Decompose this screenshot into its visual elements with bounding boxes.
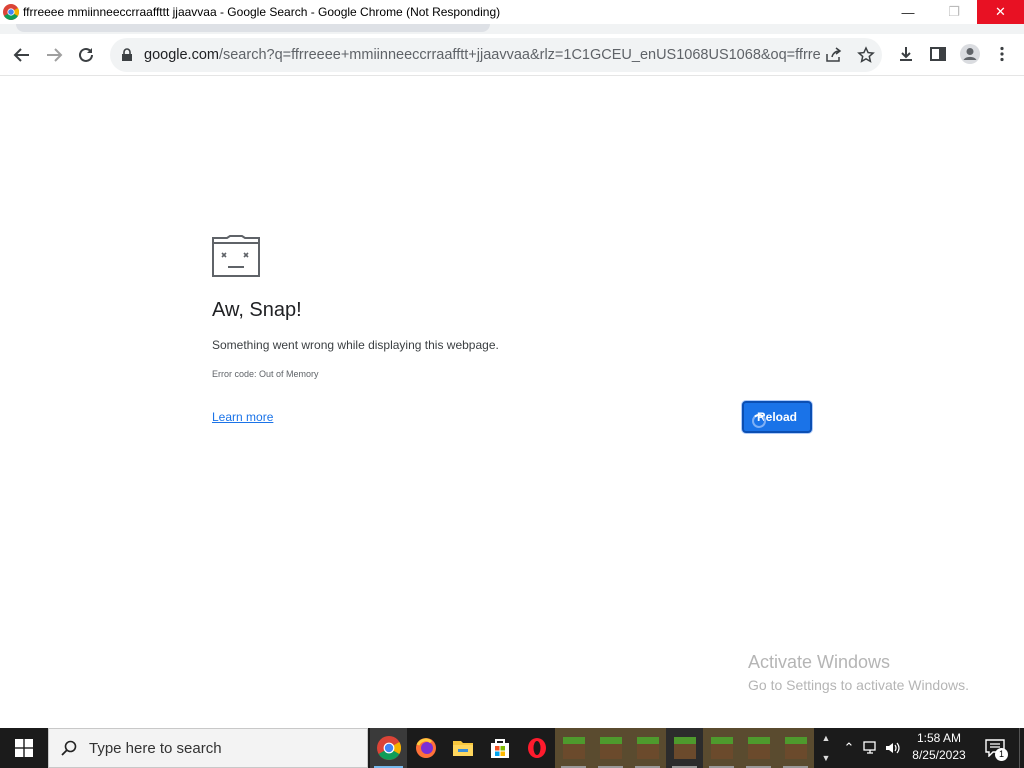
firefox-icon bbox=[415, 738, 436, 758]
refresh-icon bbox=[79, 47, 93, 62]
window-title: ffrreeee mmiinneeccrraaffttt jjaavvaa - … bbox=[23, 5, 501, 19]
taskbar-app-minecraft[interactable] bbox=[629, 728, 666, 768]
taskbar-apps bbox=[370, 728, 814, 768]
menu-button[interactable] bbox=[986, 38, 1018, 70]
chrome-icon bbox=[376, 736, 401, 760]
grass-block-icon bbox=[710, 737, 733, 759]
forward-button[interactable] bbox=[38, 39, 70, 71]
side-panel-icon bbox=[930, 47, 946, 61]
taskbar-app-minecraft[interactable] bbox=[555, 728, 592, 768]
close-icon[interactable]: ✕ bbox=[977, 0, 1024, 24]
profile-button[interactable] bbox=[954, 38, 986, 70]
lock-icon[interactable] bbox=[120, 48, 134, 62]
side-panel-button[interactable] bbox=[922, 38, 954, 70]
downloads-button[interactable] bbox=[890, 38, 922, 70]
chevron-up-icon[interactable]: ▲ bbox=[822, 733, 831, 743]
address-bar[interactable]: google.com/search?q=ffrreeee+mmiinneeccr… bbox=[110, 38, 882, 72]
sad-tab-icon bbox=[212, 235, 260, 277]
restore-icon[interactable]: ❐ bbox=[931, 0, 977, 24]
taskbar-scroll[interactable]: ▲ ▼ bbox=[818, 728, 834, 768]
profile-avatar-icon bbox=[960, 44, 980, 64]
forward-arrow-icon bbox=[47, 48, 63, 62]
taskbar: Type here to search ▲ ▼ ⌃ 1:58 AM 8/25/2… bbox=[0, 728, 1024, 768]
tab-strip bbox=[0, 24, 1024, 34]
opera-icon bbox=[527, 738, 546, 758]
kebab-menu-icon bbox=[1000, 46, 1004, 62]
grass-block-icon bbox=[636, 737, 659, 759]
notification-center-button[interactable]: 1 bbox=[980, 728, 1010, 768]
reload-nav-button[interactable] bbox=[70, 39, 102, 71]
taskbar-app-firefox[interactable] bbox=[407, 728, 444, 768]
url-text[interactable]: google.com/search?q=ffrreeee+mmiinneeccr… bbox=[144, 47, 820, 63]
download-icon bbox=[900, 47, 912, 61]
back-arrow-icon bbox=[13, 48, 29, 62]
grass-block-icon bbox=[673, 737, 696, 759]
clock[interactable]: 1:58 AM 8/25/2023 bbox=[905, 730, 973, 766]
system-tray: ⌃ bbox=[838, 728, 904, 768]
store-bag-icon bbox=[490, 739, 509, 758]
watermark-title: Activate Windows bbox=[748, 652, 891, 672]
error-title: Aw, Snap! bbox=[212, 299, 302, 321]
show-desktop-button[interactable] bbox=[1019, 728, 1024, 768]
loading-cursor-icon bbox=[752, 414, 766, 428]
show-hidden-icons-chevron-icon[interactable]: ⌃ bbox=[838, 728, 860, 768]
start-button[interactable] bbox=[0, 728, 48, 768]
clock-date: 8/25/2023 bbox=[912, 748, 966, 762]
search-icon bbox=[61, 740, 77, 756]
url-host: google.com bbox=[144, 47, 219, 63]
window-controls: — ❐ ✕ bbox=[885, 0, 1024, 24]
volume-icon[interactable] bbox=[882, 728, 904, 768]
taskbar-app-file-explorer[interactable] bbox=[444, 728, 481, 768]
active-tab[interactable] bbox=[16, 24, 490, 32]
notification-badge: 1 bbox=[995, 748, 1008, 761]
watermark-subtitle: Go to Settings to activate Windows. bbox=[748, 677, 969, 693]
taskbar-app-minecraft[interactable] bbox=[703, 728, 740, 768]
taskbar-search[interactable]: Type here to search bbox=[48, 728, 368, 768]
chrome-logo-icon bbox=[3, 4, 19, 20]
windows-logo-icon bbox=[15, 739, 33, 757]
title-bar: ffrreeee mmiinneeccrraaffttt jjaavvaa - … bbox=[0, 0, 1024, 24]
search-placeholder: Type here to search bbox=[89, 739, 222, 757]
error-message: Something went wrong while displaying th… bbox=[212, 338, 499, 352]
taskbar-app-minecraft[interactable] bbox=[777, 728, 814, 768]
learn-more-link[interactable]: Learn more bbox=[212, 410, 273, 424]
grass-block-icon bbox=[562, 737, 585, 759]
clock-time: 1:58 AM bbox=[916, 731, 962, 745]
share-icon[interactable] bbox=[824, 46, 842, 64]
url-path: /search?q=ffrreeee+mmiinneeccrraafftt+jj… bbox=[218, 47, 820, 63]
taskbar-app-minecraft[interactable] bbox=[592, 728, 629, 768]
taskbar-app-minecraft[interactable] bbox=[666, 728, 703, 768]
taskbar-app-store[interactable] bbox=[481, 728, 518, 768]
grass-block-icon bbox=[784, 737, 807, 759]
grass-block-icon bbox=[599, 737, 622, 759]
minimize-icon[interactable]: — bbox=[885, 0, 931, 24]
bookmark-star-icon[interactable] bbox=[857, 46, 875, 64]
taskbar-app-minecraft[interactable] bbox=[740, 728, 777, 768]
folder-icon bbox=[452, 741, 473, 756]
chevron-down-icon[interactable]: ▼ bbox=[822, 753, 831, 763]
taskbar-app-opera[interactable] bbox=[518, 728, 555, 768]
taskbar-app-chrome[interactable] bbox=[370, 728, 407, 768]
back-button[interactable] bbox=[6, 39, 38, 71]
error-code: Error code: Out of Memory bbox=[212, 369, 319, 379]
browser-toolbar: google.com/search?q=ffrreeee+mmiinneeccr… bbox=[0, 34, 1024, 76]
page-content: Aw, Snap! Something went wrong while dis… bbox=[0, 77, 1024, 728]
activate-windows-watermark: Activate Windows Go to Settings to activ… bbox=[748, 652, 969, 693]
network-icon[interactable] bbox=[860, 728, 882, 768]
grass-block-icon bbox=[747, 737, 770, 759]
